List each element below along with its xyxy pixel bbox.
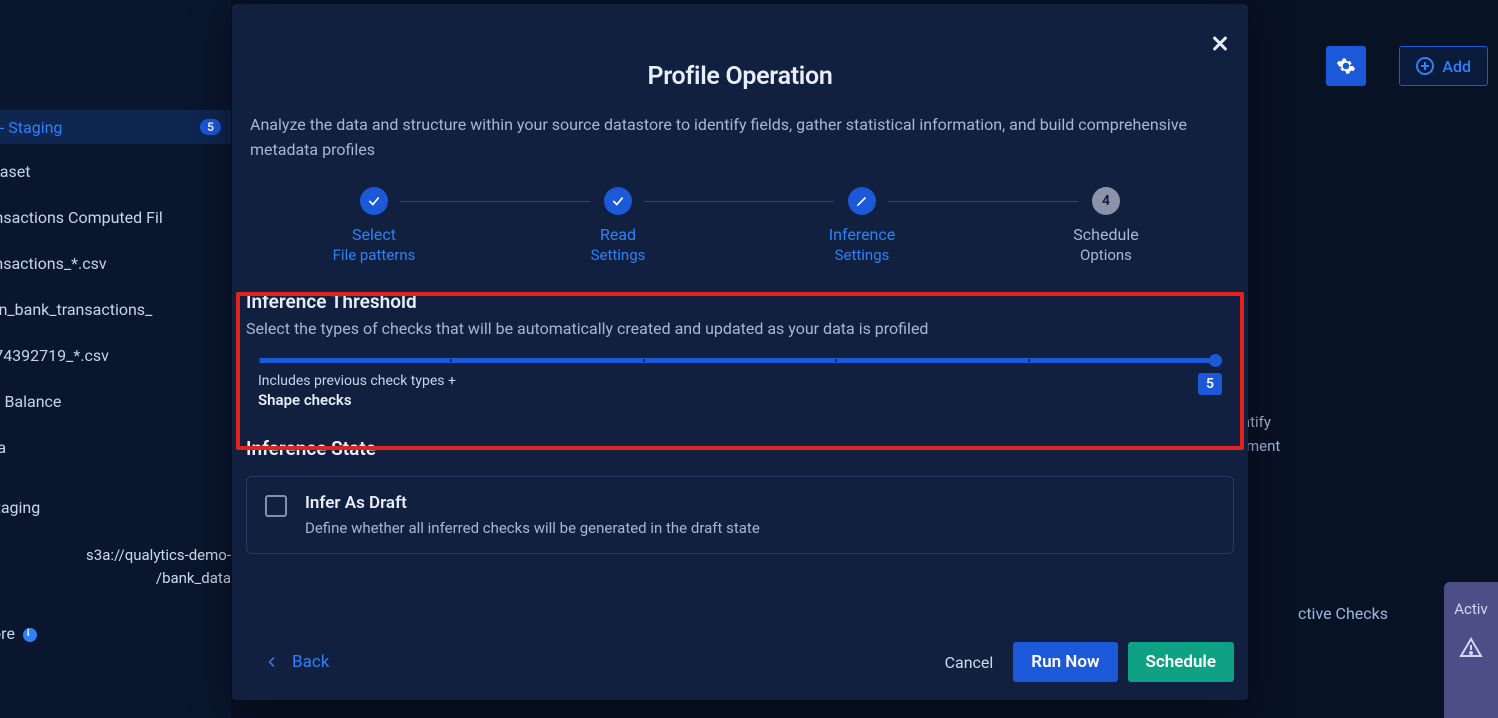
sidebar-datastore-label: astore bbox=[0, 624, 37, 643]
sidebar-selected-label: taset - Staging bbox=[0, 118, 62, 137]
sidebar-item[interactable]: dated Balance bbox=[0, 392, 61, 411]
step-label: Read bbox=[496, 225, 740, 244]
option-description: Define whether all inferred checks will … bbox=[305, 519, 760, 537]
step-dot: 4 bbox=[1092, 187, 1120, 215]
step-sublabel: Settings bbox=[496, 246, 740, 264]
active-checks-label: ctive Checks bbox=[1298, 604, 1388, 623]
option-text: Infer As Draft Define whether all inferr… bbox=[305, 493, 760, 537]
chevron-left-icon bbox=[266, 652, 278, 672]
info-icon[interactable] bbox=[23, 628, 37, 642]
right-drawer-label: Activ bbox=[1454, 600, 1487, 618]
callout-highlight-box bbox=[236, 292, 1244, 450]
back-label: Back bbox=[292, 652, 329, 672]
step-sublabel: Settings bbox=[740, 246, 984, 264]
step-number: 4 bbox=[1102, 193, 1110, 209]
sidebar-item[interactable]: k_transactions_*.csv bbox=[0, 254, 107, 273]
threshold-slider[interactable] bbox=[258, 358, 1222, 363]
step-schedule[interactable]: 4 Schedule Options bbox=[984, 187, 1228, 264]
modal-title: Profile Operation bbox=[232, 62, 1248, 91]
cancel-button[interactable]: Cancel bbox=[945, 653, 994, 672]
sidebar-selected-item[interactable]: taset - Staging 5 bbox=[0, 110, 231, 144]
back-button[interactable]: Back bbox=[266, 652, 329, 672]
warning-icon bbox=[1459, 636, 1483, 660]
slider-track bbox=[258, 358, 1222, 363]
checkbox[interactable] bbox=[265, 495, 287, 517]
close-icon[interactable] bbox=[1208, 32, 1232, 56]
step-label: Inference bbox=[740, 225, 984, 244]
sidebar-item[interactable]: ension_bank_transactions_ bbox=[0, 300, 152, 319]
step-dot bbox=[848, 187, 876, 215]
option-title: Infer As Draft bbox=[305, 493, 760, 513]
run-now-button[interactable]: Run Now bbox=[1013, 642, 1117, 682]
sidebar-selected-badge: 5 bbox=[200, 119, 221, 135]
add-button[interactable]: Add bbox=[1399, 46, 1488, 86]
step-label: Select bbox=[252, 225, 496, 244]
settings-button[interactable] bbox=[1326, 46, 1366, 86]
sidebar-item[interactable]: et - Staging bbox=[0, 498, 40, 517]
app-root: es taset - Staging 5 k_Dataset k Transac… bbox=[0, 0, 1498, 718]
check-icon bbox=[367, 194, 381, 208]
sidebar-item[interactable]: k Transactions Computed Fil bbox=[0, 208, 163, 227]
sidebar-item[interactable]: _20174392719_*.csv bbox=[0, 346, 109, 365]
schedule-button[interactable]: Schedule bbox=[1128, 642, 1235, 682]
plus-icon bbox=[1416, 57, 1434, 75]
slider-ticks bbox=[258, 359, 1222, 362]
step-dot bbox=[604, 187, 632, 215]
infer-as-draft-option[interactable]: Infer As Draft Define whether all inferr… bbox=[246, 476, 1234, 554]
step-select[interactable]: Select File patterns bbox=[252, 187, 496, 264]
add-button-label: Add bbox=[1442, 57, 1471, 76]
step-read[interactable]: Read Settings bbox=[496, 187, 740, 264]
profile-operation-modal: Profile Operation Analyze the data and s… bbox=[232, 4, 1248, 700]
sidebar: es taset - Staging 5 k_Dataset k Transac… bbox=[0, 0, 231, 718]
check-icon bbox=[611, 194, 625, 208]
stepper: Select File patterns Read Settings Infer… bbox=[232, 187, 1248, 264]
pencil-icon bbox=[855, 194, 869, 208]
sidebar-item[interactable]: 9 Data bbox=[0, 438, 6, 457]
step-inference[interactable]: Inference Settings bbox=[740, 187, 984, 264]
step-sublabel: Options bbox=[984, 246, 1228, 264]
sidebar-item[interactable]: k_Dataset bbox=[0, 162, 30, 181]
modal-description: Analyze the data and structure within yo… bbox=[250, 113, 1230, 163]
modal-footer: Back Cancel Run Now Schedule bbox=[232, 642, 1248, 682]
step-dot bbox=[360, 187, 388, 215]
gear-icon bbox=[1336, 56, 1356, 76]
step-sublabel: File patterns bbox=[252, 246, 496, 264]
right-drawer-tab[interactable]: Activ bbox=[1444, 582, 1498, 718]
sidebar-datastore-text: astore bbox=[0, 624, 15, 643]
sidebar-path: s3a://qualytics-demo- /bank_data bbox=[40, 544, 231, 589]
step-label: Schedule bbox=[984, 225, 1228, 244]
